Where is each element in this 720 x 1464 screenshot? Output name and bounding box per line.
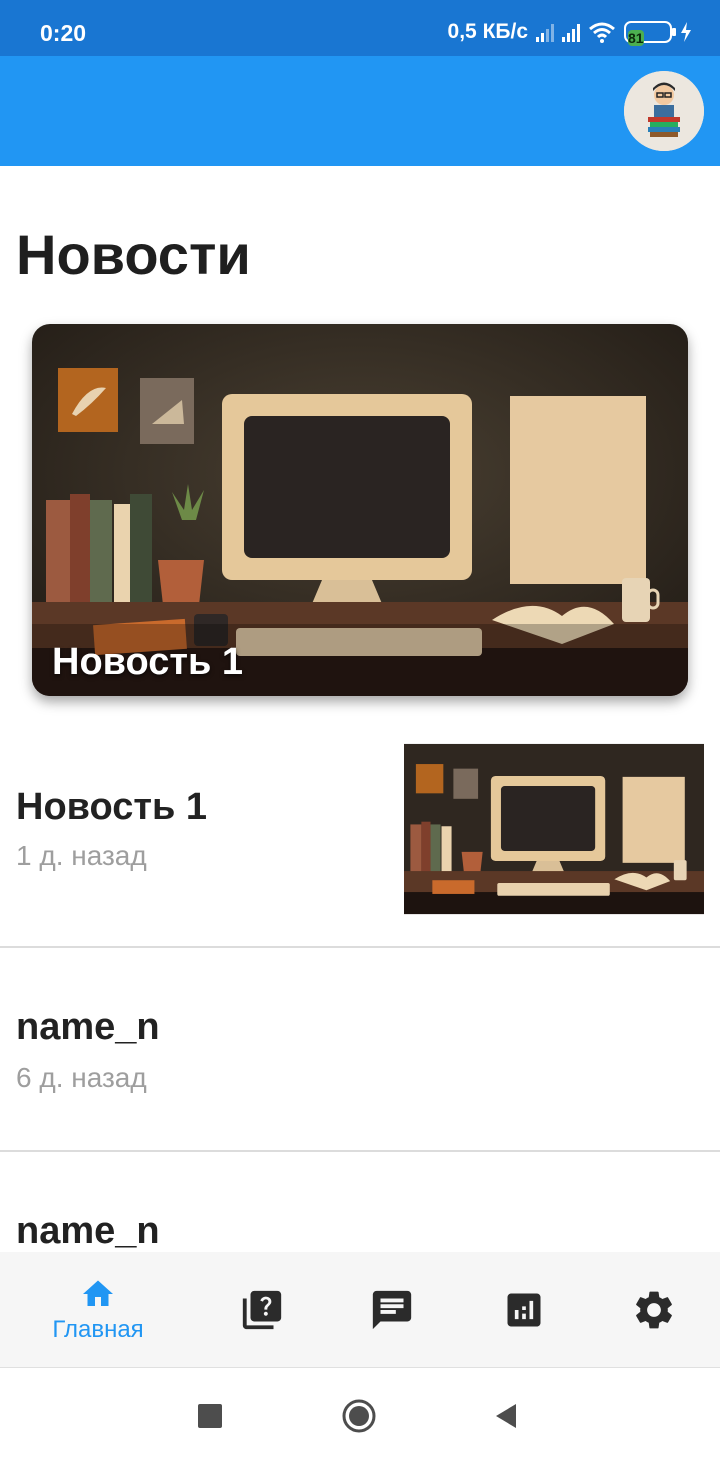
news-time: 1 д. назад [16, 840, 147, 871]
nav-chat[interactable] [318, 1252, 466, 1368]
page-title: Новости [16, 223, 251, 286]
news-thumbnail[interactable] [404, 729, 704, 929]
status-time: 0:20 [40, 20, 87, 46]
wifi-icon [589, 22, 615, 43]
home-button-icon[interactable] [341, 1398, 377, 1434]
news-time: 6 д. назад [16, 1062, 147, 1093]
nav-home[interactable]: Главная [24, 1252, 172, 1368]
nav-home-label: Главная [52, 1316, 144, 1343]
status-bar: 0:20 0,5 КБ/с 81 [0, 0, 720, 56]
charging-icon [681, 22, 691, 42]
list-item[interactable]: name_n 6 д. назад [0, 948, 720, 1152]
recent-apps-icon[interactable] [198, 1404, 222, 1428]
news-title: name_n [16, 1006, 160, 1048]
news-title: name_n [16, 1210, 160, 1252]
system-navigation-bar [0, 1368, 720, 1464]
nav-stats[interactable] [450, 1252, 598, 1368]
gear-icon [636, 1291, 672, 1329]
nav-quiz[interactable] [188, 1252, 336, 1368]
retro-desk-illustration-icon [404, 743, 704, 915]
signal-icon [536, 22, 554, 42]
back-icon[interactable] [494, 1402, 518, 1430]
featured-news-card[interactable]: Новость 1 [32, 324, 688, 696]
quiz-icon [242, 1290, 282, 1330]
signal-icon [562, 22, 580, 42]
status-indicators: 0,5 КБ/с 81 [447, 20, 692, 46]
nav-settings[interactable] [580, 1252, 720, 1368]
network-speed: 0,5 КБ/с [447, 20, 528, 43]
home-icon [83, 1280, 113, 1306]
featured-news-title: Новость 1 [52, 641, 244, 683]
news-title: Новость 1 [16, 786, 208, 828]
bottom-navigation: Главная [0, 1252, 720, 1368]
stats-icon [507, 1293, 541, 1327]
battery-icon: 81 [624, 21, 676, 46]
chat-icon [372, 1290, 412, 1330]
student-avatar-icon [624, 71, 704, 151]
app-bar [0, 56, 720, 166]
battery-level: 81 [628, 30, 644, 46]
avatar[interactable] [624, 71, 704, 151]
